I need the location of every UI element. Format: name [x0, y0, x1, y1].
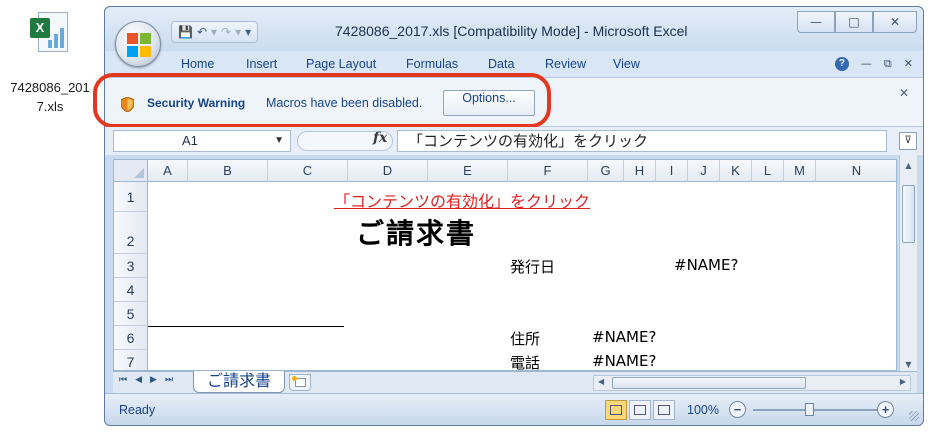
title-bar: 💾 ↶ ▾ ↷ ▾ ▾ 7428086_2017.xls [Compatibil… [105, 7, 923, 51]
formula-bar: A1 ▼ fx 「コンテンツの有効化」をクリック ⊽ [105, 127, 923, 155]
recipient-underline [148, 326, 344, 327]
tab-data[interactable]: Data [488, 57, 514, 71]
tab-page-layout[interactable]: Page Layout [306, 57, 376, 71]
page-break-preview-icon[interactable] [653, 400, 675, 420]
select-all-corner[interactable] [114, 160, 148, 182]
sheet-tab-invoice[interactable]: ご請求書 [193, 371, 285, 393]
message-bar-close-icon[interactable]: ✕ [899, 86, 909, 100]
horizontal-scrollbar[interactable]: ◀ ▶ [593, 375, 911, 391]
row-header-5[interactable]: 5 [114, 302, 148, 326]
page-layout-view-icon[interactable] [629, 400, 651, 420]
zoom-slider[interactable] [753, 409, 877, 411]
redo-dropdown-icon[interactable]: ▾ [235, 25, 241, 39]
workbook-minimize-icon[interactable]: — [861, 57, 872, 71]
resize-grip-icon[interactable] [909, 411, 919, 421]
window-controls: — □ ✕ [797, 11, 917, 33]
office-button[interactable] [115, 21, 161, 67]
minimize-icon[interactable]: — [797, 11, 835, 33]
column-header-c[interactable]: C [268, 160, 348, 182]
column-header-k[interactable]: K [720, 160, 752, 182]
horizontal-scroll-thumb[interactable] [612, 377, 806, 389]
column-header-a[interactable]: A [148, 160, 188, 182]
name-box-value: A1 [182, 133, 198, 148]
zoom-out-icon[interactable]: − [729, 401, 746, 418]
tab-home[interactable]: Home [181, 57, 214, 71]
status-text: Ready [119, 403, 156, 417]
status-bar: Ready 100% − + [105, 393, 923, 425]
insert-sheet-icon[interactable] [289, 374, 311, 391]
name-box-dropdown-icon[interactable]: ▼ [274, 131, 284, 151]
excel-file-icon: X [30, 10, 70, 56]
column-header-i[interactable]: I [656, 160, 688, 182]
redo-icon[interactable]: ↷ [221, 25, 231, 39]
desktop-file-icon[interactable]: X 7428086_201 7.xls [0, 10, 100, 116]
column-header-n[interactable]: N [816, 160, 896, 182]
close-icon[interactable]: ✕ [873, 11, 917, 33]
desktop-file-label: 7428086_201 7.xls [10, 80, 90, 114]
zoom-level[interactable]: 100% [687, 403, 719, 417]
next-sheet-icon[interactable]: ▶ [150, 375, 157, 385]
save-icon[interactable]: 💾 [178, 25, 193, 39]
last-sheet-icon[interactable]: ⏭ [165, 375, 173, 385]
column-header-e[interactable]: E [428, 160, 508, 182]
workbook-restore-icon[interactable]: ⧉ [884, 57, 892, 71]
undo-dropdown-icon[interactable]: ▾ [211, 25, 217, 39]
maximize-icon[interactable]: □ [835, 11, 873, 33]
name-box[interactable]: A1 ▼ [113, 130, 291, 152]
invoice-title: ご請求書 [356, 217, 477, 250]
column-header-f[interactable]: F [508, 160, 588, 182]
scroll-down-icon[interactable]: ▼ [900, 360, 917, 369]
vertical-scrollbar[interactable]: ▲ ▼ [899, 155, 917, 371]
zoom-slider-thumb[interactable] [805, 403, 814, 416]
row-header-6[interactable]: 6 [114, 326, 148, 350]
formula-input[interactable]: 「コンテンツの有効化」をクリック [397, 130, 887, 152]
column-header-b[interactable]: B [188, 160, 268, 182]
scroll-right-icon[interactable]: ▶ [900, 377, 906, 386]
row-header-2[interactable]: 2 [114, 212, 148, 254]
prev-sheet-icon[interactable]: ◀ [135, 375, 142, 385]
office-logo-icon [127, 33, 151, 57]
first-sheet-icon[interactable]: ⏮ [119, 375, 127, 385]
undo-icon[interactable]: ↶ [197, 25, 207, 39]
row-header-4[interactable]: 4 [114, 278, 148, 302]
customize-qat-icon[interactable]: ▾ [245, 25, 251, 39]
view-buttons [605, 400, 675, 420]
insert-function-icon[interactable]: fx [373, 130, 387, 146]
worksheet-grid[interactable]: A B C D E F G H I J K L M N 1 2 3 4 5 6 … [113, 159, 897, 371]
tab-insert[interactable]: Insert [246, 57, 277, 71]
zoom-in-icon[interactable]: + [877, 401, 894, 418]
enable-content-notice: 「コンテンツの有効化」をクリック [334, 192, 591, 211]
row-header-1[interactable]: 1 [114, 182, 148, 212]
phone-label: 電話 [510, 354, 541, 371]
expand-formula-bar-icon[interactable]: ⊽ [899, 132, 917, 150]
normal-view-icon[interactable] [605, 400, 627, 420]
issue-date-label: 発行日 [510, 258, 556, 276]
row-header-7[interactable]: 7 [114, 350, 148, 370]
tab-review[interactable]: Review [545, 57, 586, 71]
column-header-m[interactable]: M [784, 160, 816, 182]
column-header-j[interactable]: J [688, 160, 720, 182]
tab-formulas[interactable]: Formulas [406, 57, 458, 71]
security-message-bar: Security Warning Macros have been disabl… [93, 73, 923, 128]
window-title: 7428086_2017.xls [Compatibility Mode] - … [335, 23, 688, 39]
address-label: 住所 [510, 330, 541, 348]
address-value: #NAME? [592, 328, 657, 346]
column-header-h[interactable]: H [624, 160, 656, 182]
column-header-g[interactable]: G [588, 160, 624, 182]
scroll-up-icon[interactable]: ▲ [900, 161, 917, 170]
phone-value: #NAME? [592, 352, 657, 370]
column-header-d[interactable]: D [348, 160, 428, 182]
quick-access-toolbar: 💾 ↶ ▾ ↷ ▾ ▾ [171, 21, 259, 43]
vertical-scroll-thumb[interactable] [902, 185, 915, 243]
excel-window: 💾 ↶ ▾ ↷ ▾ ▾ 7428086_2017.xls [Compatibil… [93, 6, 924, 426]
scroll-left-icon[interactable]: ◀ [598, 377, 604, 386]
workbook-close-icon[interactable]: ✕ [904, 57, 913, 71]
issue-date-value: #NAME? [674, 256, 739, 274]
sheet-tab-bar: ⏮ ◀ ▶ ⏭ ご請求書 ◀ ▶ [113, 371, 917, 393]
red-highlight-annotation [93, 73, 551, 128]
row-header-3[interactable]: 3 [114, 254, 148, 278]
column-header-l[interactable]: L [752, 160, 784, 182]
tab-view[interactable]: View [613, 57, 640, 71]
help-icon[interactable]: ? [834, 57, 849, 71]
